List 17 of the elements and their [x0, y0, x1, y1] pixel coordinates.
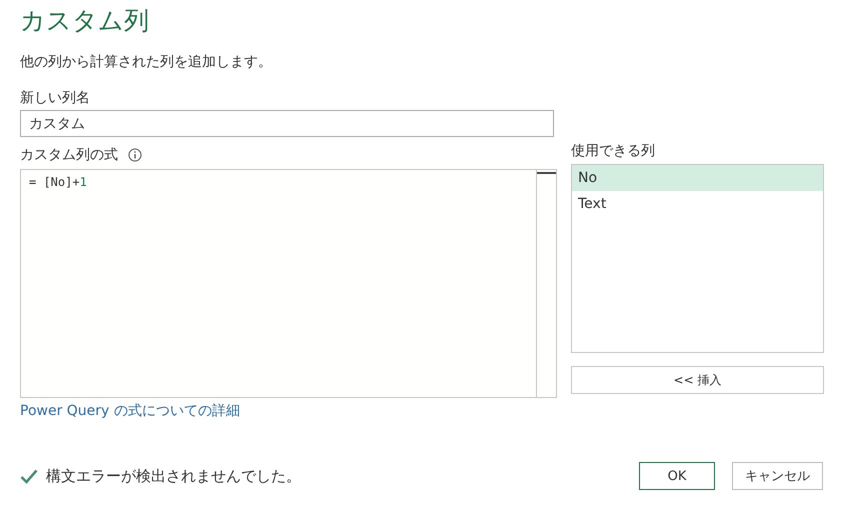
ok-button[interactable]: OK: [639, 462, 715, 490]
column-name-field[interactable]: カスタム: [20, 110, 554, 137]
dialog-title: カスタム列: [20, 5, 150, 37]
cancel-button[interactable]: キャンセル: [732, 462, 823, 490]
formula-editor[interactable]: = [No]+1: [20, 169, 557, 398]
help-link[interactable]: Power Query の式についての詳細: [20, 402, 240, 420]
list-item[interactable]: No: [572, 165, 823, 191]
status-message: 構文エラーが検出されませんでした。: [46, 466, 302, 486]
field-label: 使用できる列: [571, 142, 656, 161]
info-icon[interactable]: [128, 148, 142, 162]
field-label: 新しい列名: [20, 89, 91, 108]
field-label: カスタム列の式: [20, 146, 118, 165]
formula-line: = [No]+1: [29, 175, 87, 189]
scrollbar[interactable]: [536, 170, 556, 397]
list-item[interactable]: Text: [572, 191, 823, 217]
description-text: 他の列から計算された列を追加します。: [20, 53, 273, 72]
insert-button[interactable]: << 挿入: [571, 366, 824, 394]
